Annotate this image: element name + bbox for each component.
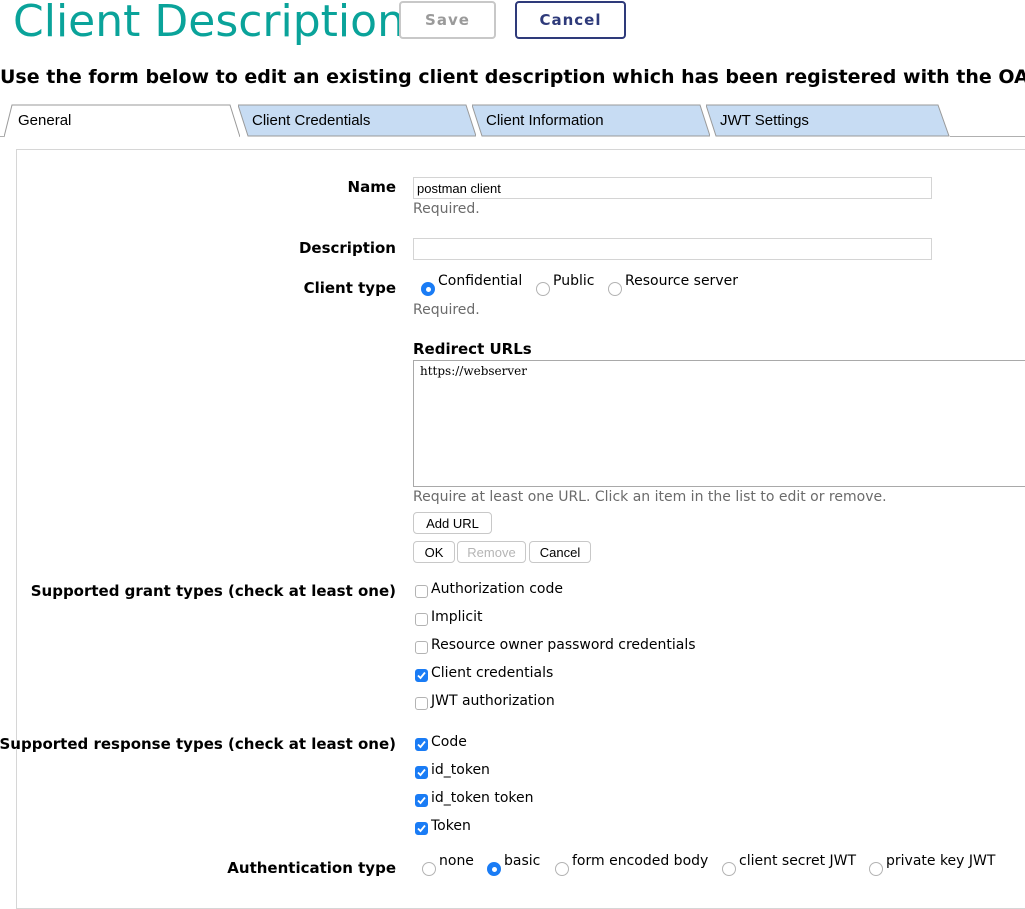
client-type-option-confidential[interactable]: Confidential: [421, 273, 522, 296]
grant-type-authorization-code[interactable]: Authorization code: [415, 581, 563, 598]
grant-type-label: Authorization code: [431, 581, 563, 597]
grant-type-implicit[interactable]: Implicit: [415, 609, 483, 626]
tab-client-information-label: Client Information: [486, 112, 604, 129]
tab-client-credentials-label: Client Credentials: [252, 112, 371, 129]
response-type-label: Code: [431, 734, 467, 750]
client-type-option-label: Resource server: [625, 273, 738, 289]
redirect-url-item[interactable]: https://webserver: [420, 364, 527, 378]
tab-bar: General Client Credentials Client Inform…: [0, 104, 1025, 138]
client-type-label: Client type: [303, 279, 396, 297]
auth-type-option-none[interactable]: none: [422, 853, 474, 876]
checkbox-checked-icon[interactable]: [415, 794, 428, 807]
checkbox-checked-icon[interactable]: [415, 766, 428, 779]
checkbox-icon[interactable]: [415, 697, 428, 710]
checkbox-icon[interactable]: [415, 613, 428, 626]
response-type-id-token[interactable]: id_token: [415, 762, 490, 779]
checkbox-checked-icon[interactable]: [415, 738, 428, 751]
client-type-option-label: Public: [553, 273, 595, 289]
grant-type-label: JWT authorization: [431, 693, 555, 709]
checkmark-icon: [417, 671, 426, 680]
radio-icon[interactable]: [422, 862, 436, 876]
cancel-button[interactable]: Cancel: [515, 1, 626, 39]
grant-types-label: Supported grant types (check at least on…: [30, 582, 396, 600]
checkbox-checked-icon[interactable]: [415, 669, 428, 682]
checkbox-checked-icon[interactable]: [415, 822, 428, 835]
auth-type-option-form-encoded-body[interactable]: form encoded body: [555, 853, 708, 876]
tab-general-label: General: [18, 112, 72, 129]
response-type-code[interactable]: Code: [415, 734, 467, 751]
grant-type-client-credentials[interactable]: Client credentials: [415, 665, 553, 682]
url-cancel-button[interactable]: Cancel: [529, 541, 591, 563]
checkmark-icon: [417, 740, 426, 749]
response-type-id-token-token[interactable]: id_token token: [415, 790, 534, 807]
response-types-label: Supported response types (check at least…: [0, 735, 396, 753]
auth-type-option-label: private key JWT: [886, 853, 996, 869]
redirect-urls-list[interactable]: https://webserver: [413, 360, 1025, 487]
redirect-urls-label: Redirect URLs: [413, 340, 532, 358]
radio-icon[interactable]: [608, 282, 622, 296]
tab-general[interactable]: General: [4, 104, 240, 138]
description-input[interactable]: [413, 238, 932, 260]
client-type-hint: Required.: [413, 302, 480, 318]
radio-icon[interactable]: [555, 862, 569, 876]
tab-client-credentials[interactable]: Client Credentials: [238, 104, 476, 137]
redirect-urls-hint: Require at least one URL. Click an item …: [413, 489, 887, 505]
auth-type-option-client-secret-jwt[interactable]: client secret JWT: [722, 853, 856, 876]
auth-type-label: Authentication type: [227, 859, 396, 877]
name-input[interactable]: [413, 177, 932, 199]
response-type-label: Token: [431, 818, 471, 834]
auth-type-option-label: form encoded body: [572, 853, 709, 869]
checkmark-icon: [417, 824, 426, 833]
grant-type-label: Implicit: [431, 609, 483, 625]
response-type-label: id_token: [431, 762, 490, 778]
response-type-token[interactable]: Token: [415, 818, 471, 835]
save-button[interactable]: Save: [399, 1, 496, 39]
auth-type-option-label: none: [439, 853, 474, 869]
description-label: Description: [298, 239, 396, 257]
checkbox-icon[interactable]: [415, 585, 428, 598]
tab-jwt-settings-label: JWT Settings: [720, 112, 809, 129]
client-type-option-label: Confidential: [438, 273, 523, 289]
add-url-button[interactable]: Add URL: [413, 512, 492, 534]
grant-type-jwt-authorization[interactable]: JWT authorization: [415, 693, 555, 710]
grant-type-label: Client credentials: [431, 665, 554, 681]
grant-type-label: Resource owner password credentials: [431, 637, 696, 653]
page-title: Client Description: [13, 0, 405, 47]
radio-icon[interactable]: [536, 282, 550, 296]
url-remove-button[interactable]: Remove: [457, 541, 526, 563]
checkmark-icon: [417, 796, 426, 805]
radio-icon[interactable]: [869, 862, 883, 876]
response-type-label: id_token token: [431, 790, 534, 806]
name-label: Name: [347, 178, 396, 196]
intro-text: Use the form below to edit an existing c…: [0, 66, 1025, 88]
radio-selected-icon[interactable]: [421, 282, 435, 296]
auth-type-option-basic[interactable]: basic: [487, 853, 540, 876]
auth-type-option-private-key-jwt[interactable]: private key JWT: [869, 853, 995, 876]
tab-bar-baseline: [950, 136, 1025, 137]
client-type-option-resource-server[interactable]: Resource server: [608, 273, 738, 296]
grant-type-password[interactable]: Resource owner password credentials: [415, 637, 696, 654]
tab-client-information[interactable]: Client Information: [472, 104, 710, 137]
url-ok-button[interactable]: OK: [413, 541, 455, 563]
client-type-option-public[interactable]: Public: [536, 273, 594, 296]
tab-jwt-settings[interactable]: JWT Settings: [706, 104, 950, 137]
name-hint: Required.: [413, 201, 480, 217]
radio-icon[interactable]: [722, 862, 736, 876]
checkmark-icon: [417, 768, 426, 777]
auth-type-option-label: client secret JWT: [739, 853, 857, 869]
radio-selected-icon[interactable]: [487, 862, 501, 876]
checkbox-icon[interactable]: [415, 641, 428, 654]
auth-type-option-label: basic: [504, 853, 541, 869]
